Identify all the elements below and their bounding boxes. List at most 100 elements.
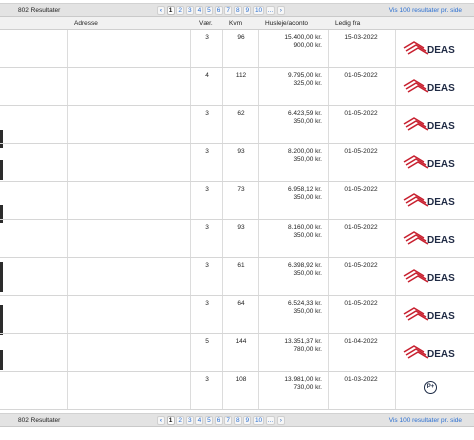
table-row[interactable]: 3 108 13.981,00 kr. 730,00 kr. 01-03-2022 P+ [0,372,474,410]
aconto-value: 350,00 kr. [293,232,322,239]
sqm-cell: 62 [237,110,245,117]
table-row[interactable]: 5 144 13.351,37 kr. 780,00 kr. 01-04-2022 DEA… [0,334,474,372]
pager: ‹ 1 2 3 4 5 6 7 8 9 10 ... › [157,416,286,426]
page-4-button[interactable]: 4 [195,6,204,15]
header-rent[interactable]: Husleje/aconto [265,20,308,27]
page-2-button[interactable]: 2 [176,416,185,425]
available-date-cell: 01-05-2022 [344,300,378,307]
rent-value: 15.400,00 kr. [284,34,322,41]
page-4-button[interactable]: 4 [195,416,204,425]
next-page-button[interactable]: › [276,416,285,425]
page-6-button[interactable]: 6 [214,6,223,15]
prev-page-button[interactable]: ‹ [157,416,165,425]
rent-cell: 6.423,59 kr. 350,00 kr. [262,110,322,126]
available-date-cell: 15-03-2022 [344,34,378,41]
rooms-cell: 5 [205,338,209,345]
rent-cell: 6.958,12 kr. 350,00 kr. [262,186,322,202]
rooms-cell: 3 [205,148,209,155]
deas-logo-mark: DEAS [403,41,455,56]
table-row[interactable]: 3 62 6.423,59 kr. 350,00 kr. 01-05-2022 DEAS [0,106,474,144]
rooms-cell: 3 [205,224,209,231]
available-date-cell: 01-04-2022 [344,338,378,345]
page-3-button[interactable]: 3 [185,416,194,425]
rent-cell: 8.200,00 kr. 350,00 kr. [262,148,322,164]
page-9-button[interactable]: 9 [243,6,252,15]
deas-logo: DEAS [402,230,462,248]
deas-logo: DEAS [402,40,462,58]
page-7-button[interactable]: 7 [224,416,233,425]
deas-logo-mark: DEAS [403,193,455,208]
rent-cell: 13.351,37 kr. 780,00 kr. [262,338,322,354]
sqm-cell: 108 [235,376,247,383]
sqm-cell: 64 [237,300,245,307]
rent-cell: 9.795,00 kr. 325,00 kr. [262,72,322,88]
header-sqm[interactable]: Kvm [229,20,242,27]
deas-logo: DEAS [402,78,462,96]
per-page-link[interactable]: Vis 100 resultater pr. side [389,7,462,14]
page-1-button[interactable]: 1 [166,416,175,425]
page-8-button[interactable]: 8 [233,6,242,15]
aconto-value: 350,00 kr. [293,270,322,277]
table-row[interactable]: 3 64 6.524,33 kr. 350,00 kr. 01-05-2022 DEAS [0,296,474,334]
page-3-button[interactable]: 3 [185,6,194,15]
deas-logo-text: DEAS [427,311,455,322]
deas-logo: DEAS [402,116,462,134]
available-date-cell: 01-05-2022 [344,148,378,155]
deas-logo-text: DEAS [427,83,455,94]
page-10-button[interactable]: 10 [252,6,265,15]
rent-cell: 6.398,92 kr. 350,00 kr. [262,262,322,278]
pagination-bar-bottom: 802 Resultater ‹ 1 2 3 4 5 6 7 8 9 10 ..… [0,413,474,427]
available-date-cell: 01-05-2022 [344,262,378,269]
available-date-cell: 01-05-2022 [344,72,378,79]
page-ellipsis[interactable]: ... [265,416,276,425]
deas-logo: DEAS [402,154,462,172]
table-row[interactable]: 3 93 8.200,00 kr. 350,00 kr. 01-05-2022 DEAS [0,144,474,182]
deas-logo-mark: DEAS [403,307,455,322]
page-1-button[interactable]: 1 [166,6,175,15]
table-row[interactable]: 3 93 8.160,00 kr. 350,00 kr. 01-05-2022 DEAS [0,220,474,258]
page-6-button[interactable]: 6 [214,416,223,425]
rooms-cell: 3 [205,110,209,117]
prev-page-button[interactable]: ‹ [157,6,165,15]
rent-value: 6.398,92 kr. [288,262,322,269]
table-row[interactable]: 3 96 15.400,00 kr. 900,00 kr. 15-03-2022 DEAS [0,30,474,68]
page-5-button[interactable]: 5 [204,416,213,425]
page-10-button[interactable]: 10 [252,416,265,425]
rent-value: 13.351,37 kr. [284,338,322,345]
rooms-cell: 3 [205,300,209,307]
deas-logo: DEAS [402,268,462,286]
sqm-cell: 112 [235,72,247,79]
deas-logo: DEAS [402,192,462,210]
table-row[interactable]: 3 73 6.958,12 kr. 350,00 kr. 01-05-2022 DEAS [0,182,474,220]
header-available[interactable]: Ledig fra [335,20,360,27]
page-2-button[interactable]: 2 [176,6,185,15]
sqm-cell: 61 [237,262,245,269]
deas-logo-text: DEAS [427,273,455,284]
deas-logo: DEAS [402,344,462,362]
table-row[interactable]: 3 61 6.398,92 kr. 350,00 kr. 01-05-2022 DEAS [0,258,474,296]
page-5-button[interactable]: 5 [204,6,213,15]
page-8-button[interactable]: 8 [233,416,242,425]
sqm-cell: 73 [237,186,245,193]
page-7-button[interactable]: 7 [224,6,233,15]
aconto-value: 350,00 kr. [293,156,322,163]
aconto-value: 325,00 kr. [293,80,322,87]
rent-value: 8.160,00 kr. [288,224,322,231]
header-rooms[interactable]: Vær. [199,20,213,27]
deas-logo-text: DEAS [427,197,455,208]
deas-logo-mark: DEAS [403,269,455,284]
header-address[interactable]: Adresse [74,20,98,27]
aconto-value: 350,00 kr. [293,194,322,201]
rent-value: 13.981,00 kr. [284,376,322,383]
available-date-cell: 01-05-2022 [344,186,378,193]
next-page-button[interactable]: › [276,6,285,15]
per-page-link[interactable]: Vis 100 resultater pr. side [389,417,462,424]
table-row[interactable]: 4 112 9.795,00 kr. 325,00 kr. 01-05-2022 DEAS [0,68,474,106]
page-9-button[interactable]: 9 [243,416,252,425]
page-ellipsis[interactable]: ... [265,6,276,15]
rooms-cell: 4 [205,72,209,79]
deas-logo-text: DEAS [427,235,455,246]
rent-value: 6.958,12 kr. [288,186,322,193]
available-date-cell: 01-03-2022 [344,376,378,383]
deas-logo-mark: DEAS [403,117,455,132]
